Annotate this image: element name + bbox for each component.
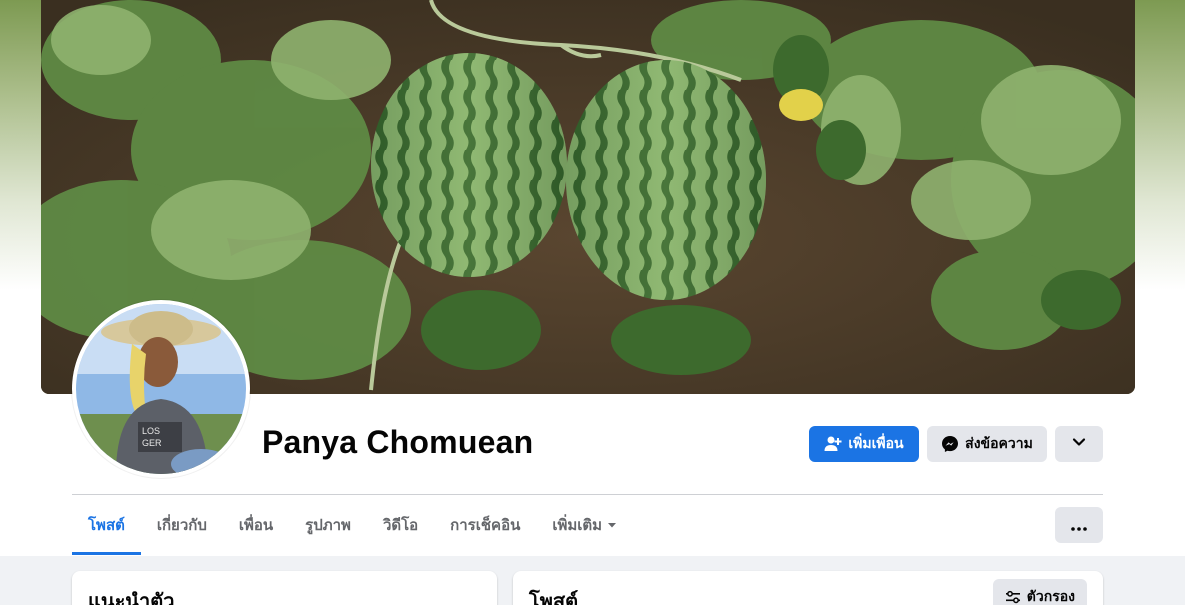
caret-down-icon bbox=[607, 520, 617, 530]
filter-label: ตัวกรอง bbox=[1026, 589, 1075, 605]
tab-checkins[interactable]: การเช็คอิน bbox=[434, 495, 536, 555]
tab-friends[interactable]: เพื่อน bbox=[223, 495, 289, 555]
tab-label: เพิ่มเติม bbox=[552, 516, 603, 534]
intro-title: แนะนำตัว bbox=[88, 589, 175, 605]
tab-label: รูปภาพ bbox=[305, 516, 351, 534]
profile-avatar[interactable]: LOS GER bbox=[72, 300, 250, 478]
svg-text:GER: GER bbox=[142, 438, 162, 448]
tab-photos[interactable]: รูปภาพ bbox=[289, 495, 367, 555]
more-options-button[interactable] bbox=[1055, 426, 1103, 462]
message-label: ส่งข้อความ bbox=[965, 436, 1033, 452]
tab-label: วิดีโอ bbox=[382, 516, 419, 534]
profile-tabs: โพสต์ เกี่ยวกับ เพื่อน รูปภาพ วิดีโอ การ… bbox=[72, 495, 633, 555]
intro-card: แนะนำตัว bbox=[72, 571, 497, 605]
chevron-down-icon bbox=[1072, 435, 1086, 453]
tab-posts[interactable]: โพสต์ bbox=[72, 495, 141, 555]
posts-title: โพสต์ bbox=[529, 589, 579, 605]
more-horizontal-icon bbox=[1071, 516, 1087, 535]
tab-about[interactable]: เกี่ยวกับ bbox=[141, 495, 223, 555]
sliders-icon bbox=[1005, 589, 1021, 605]
avatar-image: LOS GER bbox=[76, 304, 246, 474]
tab-label: เกี่ยวกับ bbox=[156, 516, 207, 534]
filter-button[interactable]: ตัวกรอง bbox=[992, 579, 1087, 605]
tab-videos[interactable]: วิดีโอ bbox=[367, 495, 434, 555]
tabs-more-button[interactable] bbox=[1055, 507, 1103, 543]
person-add-icon bbox=[824, 435, 842, 453]
profile-name: Panya Chomuean bbox=[262, 424, 534, 460]
tab-more[interactable]: เพิ่มเติม bbox=[536, 495, 633, 555]
tab-label: การเช็คอิน bbox=[450, 516, 521, 534]
posts-card: โพสต์ ตัวกรอง bbox=[513, 571, 1103, 605]
message-button[interactable]: ส่งข้อความ bbox=[927, 426, 1047, 462]
tab-label: เพื่อน bbox=[238, 516, 274, 534]
messenger-icon bbox=[941, 435, 959, 453]
tab-label: โพสต์ bbox=[88, 516, 125, 534]
svg-text:LOS: LOS bbox=[142, 426, 160, 436]
add-friend-button[interactable]: เพิ่มเพื่อน bbox=[809, 426, 919, 462]
add-friend-label: เพิ่มเพื่อน bbox=[848, 436, 904, 452]
